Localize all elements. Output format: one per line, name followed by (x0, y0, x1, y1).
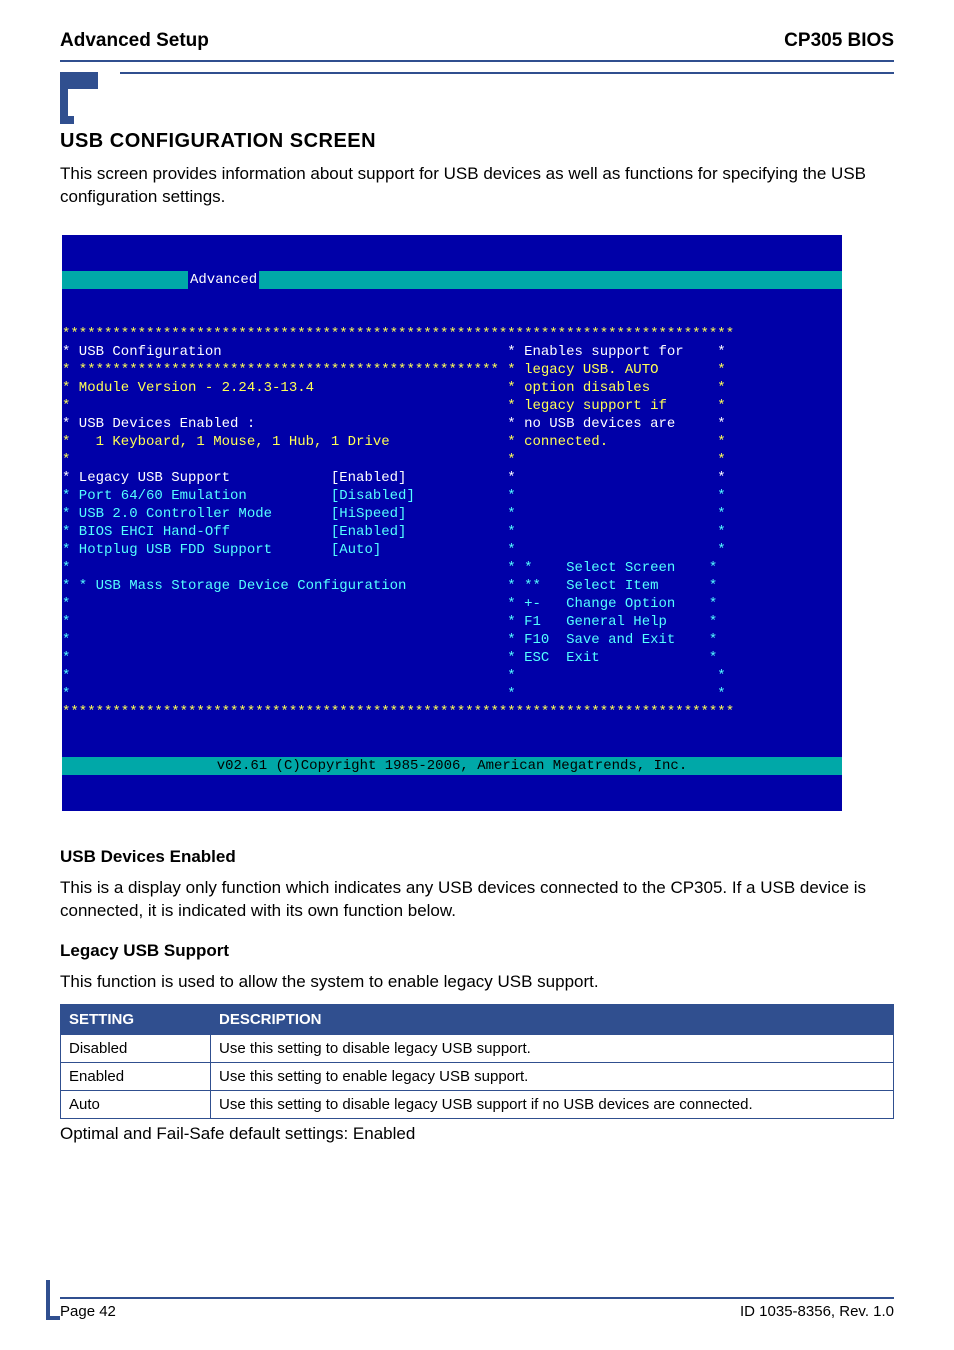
page-footer: Page 42 ID 1035-8356, Rev. 1.0 (60, 1297, 894, 1320)
bios-ehci-line: * BIOS EHCI Hand-Off [Enabled] * * (62, 524, 726, 540)
bios-copyright: v02.61 (C)Copyright 1985-2006, American … (62, 757, 842, 775)
legacy-usb-table: SETTING DESCRIPTION Disabled Use this se… (60, 1004, 894, 1119)
table-cell: Auto (61, 1090, 211, 1118)
bios-hotplug-line: * Hotplug USB FDD Support [Auto] * * (62, 542, 726, 558)
page-content: Advanced Setup CP305 BIOS USB CONFIGURAT… (0, 0, 954, 1146)
section-title: USB CONFIGURATION SCREEN (60, 130, 894, 153)
usb-devices-text: This is a display only function which in… (60, 877, 894, 923)
corner-icon (46, 1280, 60, 1320)
logo-icon (60, 72, 120, 124)
logo-block (60, 72, 894, 124)
header-right: CP305 BIOS (784, 30, 894, 52)
page-header: Advanced Setup CP305 BIOS (60, 30, 894, 52)
bios-menubar: Advanced (62, 271, 842, 289)
bios-devices-enabled-line: * USB Devices Enabled : * no USB devices… (62, 416, 726, 432)
bios-line: * * * (62, 686, 726, 702)
bios-port6460-line: * Port 64/60 Emulation [Disabled] * * (62, 488, 726, 504)
bios-screenshot: Advanced *******************************… (62, 235, 842, 811)
table-header-setting: SETTING (61, 1004, 211, 1034)
table-cell: Enabled (61, 1062, 211, 1090)
bios-sep-line: * **************************************… (62, 362, 726, 378)
footer-doc-id: ID 1035-8356, Rev. 1.0 (740, 1303, 894, 1320)
bios-line: * * * (62, 452, 726, 468)
bios-tab-advanced: Advanced (188, 271, 259, 289)
table-header-description: DESCRIPTION (211, 1004, 894, 1034)
bios-body: ****************************************… (62, 325, 842, 721)
bios-help-line: * * F10 Save and Exit * (62, 632, 717, 648)
table-row: Disabled Use this setting to disable leg… (61, 1034, 894, 1062)
bios-usb20-line: * USB 2.0 Controller Mode [HiSpeed] * * (62, 506, 726, 522)
bios-border: ****************************************… (62, 326, 734, 342)
bios-border: ****************************************… (62, 704, 734, 720)
bios-line: * * legacy support if * (62, 398, 726, 414)
bios-line: * * * (62, 668, 726, 684)
bios-title-line: * USB Configuration * Enables support fo… (62, 344, 726, 360)
footer-divider (60, 1297, 894, 1299)
bios-legacy-usb-line: * Legacy USB Support [Enabled] * * (62, 470, 726, 486)
table-cell: Use this setting to disable legacy USB s… (211, 1090, 894, 1118)
legacy-usb-heading: Legacy USB Support (60, 941, 894, 961)
legacy-usb-text: This function is used to allow the syste… (60, 971, 894, 994)
table-row: Enabled Use this setting to enable legac… (61, 1062, 894, 1090)
table-cell: Disabled (61, 1034, 211, 1062)
footer-page-number: Page 42 (60, 1303, 116, 1320)
table-row: Auto Use this setting to disable legacy … (61, 1090, 894, 1118)
bios-help-line: * * * Select Screen * (62, 560, 717, 576)
bios-mass-storage-line: * * USB Mass Storage Device Configuratio… (62, 578, 717, 594)
table-cell: Use this setting to disable legacy USB s… (211, 1034, 894, 1062)
logo-divider (120, 72, 894, 74)
section-intro: This screen provides information about s… (60, 163, 894, 209)
bios-devices-list-line: * 1 Keyboard, 1 Mouse, 1 Hub, 1 Drive * … (62, 434, 726, 450)
divider (60, 60, 894, 62)
bios-help-line: * * +- Change Option * (62, 596, 717, 612)
bios-help-line: * * F1 General Help * (62, 614, 717, 630)
usb-devices-heading: USB Devices Enabled (60, 847, 894, 867)
table-cell: Use this setting to enable legacy USB su… (211, 1062, 894, 1090)
bios-help-line: * * ESC Exit * (62, 650, 717, 666)
header-left: Advanced Setup (60, 30, 209, 52)
legacy-usb-defaults: Optimal and Fail-Safe default settings: … (60, 1123, 894, 1146)
bios-module-line: * Module Version - 2.24.3-13.4 * option … (62, 380, 726, 396)
